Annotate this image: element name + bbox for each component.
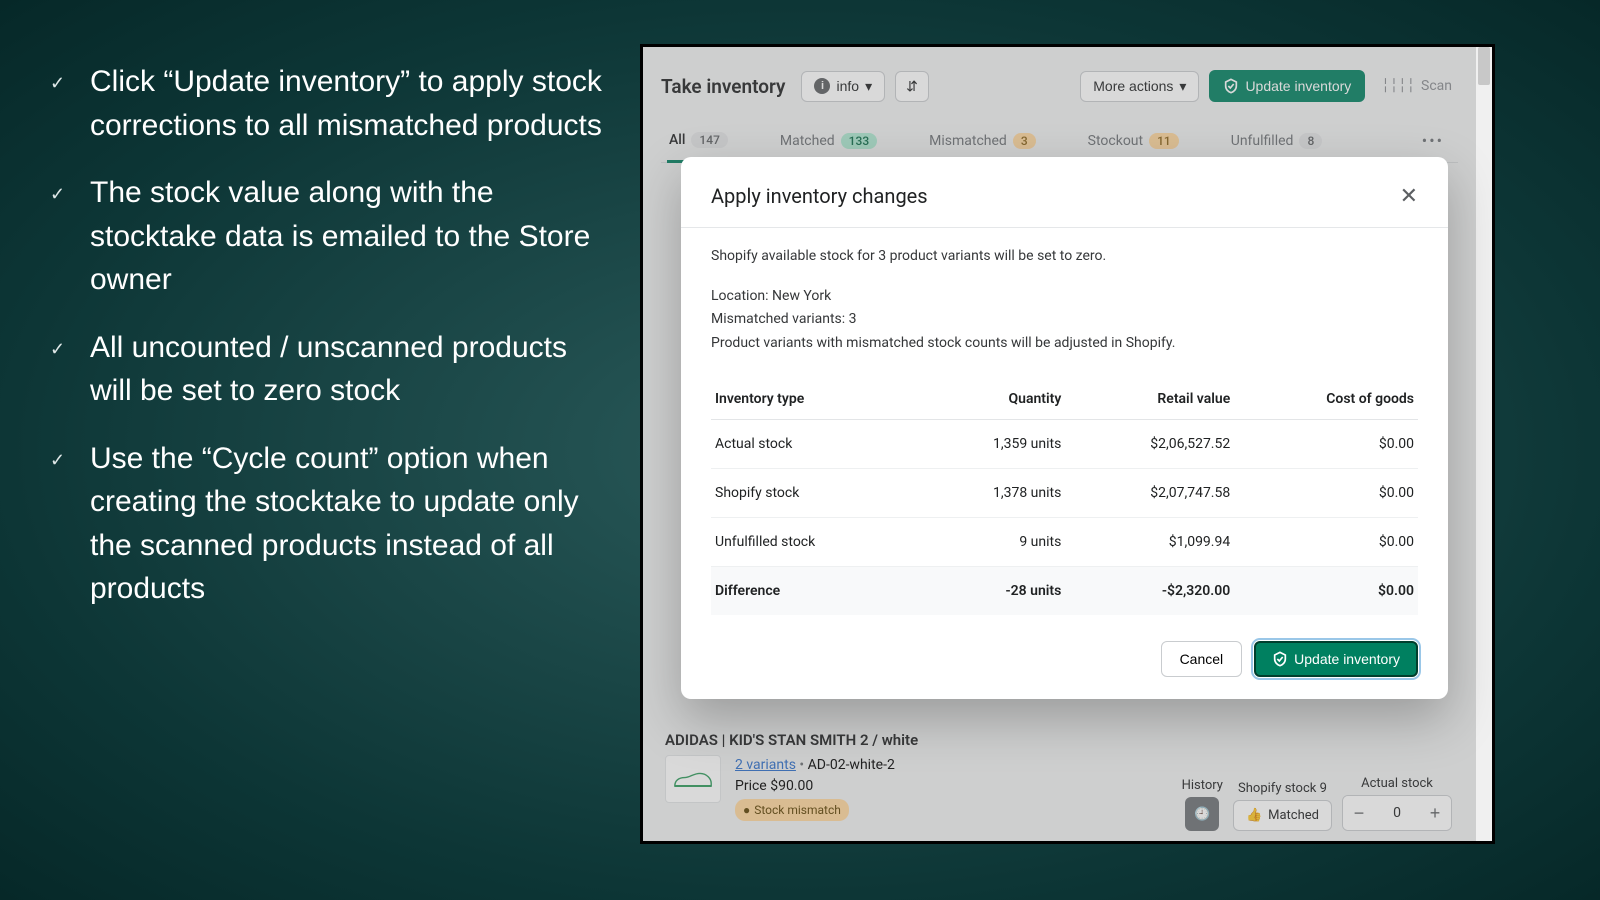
- table-row: Actual stock1,359 units$2,06,527.52$0.00: [711, 419, 1418, 468]
- shopify-stock-label: Shopify stock 9: [1238, 781, 1327, 796]
- modal-adjust-note: Product variants with mismatched stock c…: [711, 333, 1418, 355]
- product-title: ADIDAS | KID'S STAN SMITH 2 / white: [665, 731, 1454, 749]
- topbar: Take inventory i info ▾ ⇵ More actions ▾…: [661, 61, 1458, 111]
- decrement-button[interactable]: −: [1343, 796, 1375, 830]
- info-icon: i: [814, 78, 830, 94]
- table-row-difference: Difference-28 units-$2,320.00$0.00: [711, 566, 1418, 615]
- history-label: History: [1182, 778, 1223, 793]
- clock-icon: 🕘: [1194, 807, 1210, 822]
- caret-down-icon: ▾: [1179, 78, 1186, 95]
- shield-check-icon: [1272, 651, 1288, 667]
- increment-button[interactable]: +: [1419, 796, 1451, 830]
- update-inventory-button[interactable]: Update inventory: [1209, 70, 1365, 102]
- count-badge: 133: [841, 133, 877, 149]
- scrollbar[interactable]: ▴: [1476, 47, 1492, 841]
- bullet-item: ✓Click “Update inventory” to apply stock…: [50, 60, 610, 147]
- variants-link[interactable]: 2 variants: [735, 757, 796, 773]
- bullet-text: The stock value along with the stocktake…: [90, 171, 610, 302]
- page-title: Take inventory: [661, 75, 785, 98]
- bullet-text: Click “Update inventory” to apply stock …: [90, 60, 610, 147]
- scan-button[interactable]: ╎╎╎╎ Scan: [1375, 70, 1458, 102]
- history-button[interactable]: 🕘: [1185, 797, 1219, 831]
- instruction-panel: ✓Click “Update inventory” to apply stock…: [0, 0, 640, 900]
- inventory-summary-table: Inventory type Quantity Retail value Cos…: [711, 379, 1418, 615]
- modal-lead-text: Shopify available stock for 3 product va…: [711, 246, 1418, 268]
- scrollbar-thumb[interactable]: [1478, 47, 1490, 85]
- stock-mismatch-badge: ●Stock mismatch: [735, 799, 849, 821]
- count-badge: 8: [1299, 133, 1322, 149]
- stepper-value: 0: [1375, 805, 1419, 821]
- warning-icon: ●: [743, 801, 750, 819]
- product-price: Price $90.00: [735, 776, 895, 797]
- check-icon: ✓: [50, 447, 90, 473]
- col-cost-of-goods: Cost of goods: [1234, 379, 1418, 420]
- check-icon: ✓: [50, 181, 90, 207]
- shoe-icon: [672, 766, 714, 792]
- check-icon: ✓: [50, 336, 90, 362]
- modal-location: Location: New York: [711, 286, 1418, 308]
- quantity-stepper[interactable]: − 0 +: [1342, 795, 1452, 831]
- bullet-item: ✓The stock value along with the stocktak…: [50, 171, 610, 302]
- count-badge: 11: [1149, 133, 1179, 149]
- bullet-item: ✓All uncounted / unscanned products will…: [50, 326, 610, 413]
- more-actions-dropdown[interactable]: More actions ▾: [1080, 71, 1199, 102]
- stock-controls: History 🕘 Shopify stock 9 👍Matched Actua…: [1182, 776, 1452, 831]
- modal-mismatch-count: Mismatched variants: 3: [711, 309, 1418, 331]
- collapse-button[interactable]: ⇵: [895, 71, 929, 102]
- collapse-icon: ⇵: [906, 78, 918, 95]
- tab-matched[interactable]: Matched133: [778, 121, 879, 161]
- update-inventory-confirm-button[interactable]: Update inventory: [1254, 641, 1418, 677]
- caret-down-icon: ▾: [865, 78, 872, 95]
- check-icon: ✓: [50, 70, 90, 96]
- close-icon: ✕: [1400, 183, 1418, 208]
- shield-check-icon: [1223, 78, 1239, 94]
- bullet-text: Use the “Cycle count” option when creati…: [90, 437, 610, 611]
- tab-stockout[interactable]: Stockout11: [1086, 121, 1181, 161]
- bullet-text: All uncounted / unscanned products will …: [90, 326, 610, 413]
- table-row: Shopify stock1,378 units$2,07,747.58$0.0…: [711, 468, 1418, 517]
- apply-inventory-modal: Apply inventory changes ✕ Shopify availa…: [681, 157, 1448, 699]
- close-button[interactable]: ✕: [1400, 183, 1418, 209]
- product-meta: 2 variants • AD-02-white-2 Price $90.00 …: [735, 755, 895, 821]
- bullet-item: ✓Use the “Cycle count” option when creat…: [50, 437, 610, 611]
- matched-button[interactable]: 👍Matched: [1233, 800, 1332, 831]
- table-row: Unfulfilled stock9 units$1,099.94$0.00: [711, 517, 1418, 566]
- col-inventory-type: Inventory type: [711, 379, 919, 420]
- tabs-overflow[interactable]: •••: [1414, 119, 1452, 162]
- col-retail-value: Retail value: [1065, 379, 1234, 420]
- count-badge: 147: [691, 132, 727, 148]
- thumbs-up-icon: 👍: [1246, 808, 1262, 823]
- product-thumbnail: [665, 755, 721, 803]
- product-sku: AD-02-white-2: [808, 757, 895, 773]
- app-window: Take inventory i info ▾ ⇵ More actions ▾…: [640, 44, 1495, 844]
- tab-unfulfilled[interactable]: Unfulfilled8: [1229, 121, 1325, 161]
- count-badge: 3: [1013, 133, 1036, 149]
- cancel-button[interactable]: Cancel: [1161, 641, 1243, 677]
- modal-title: Apply inventory changes: [711, 184, 928, 208]
- barcode-icon: ╎╎╎╎: [1381, 78, 1415, 94]
- product-card: ADIDAS | KID'S STAN SMITH 2 / white 2 va…: [661, 723, 1458, 829]
- col-quantity: Quantity: [919, 379, 1066, 420]
- info-dropdown[interactable]: i info ▾: [801, 71, 885, 102]
- actual-stock-label: Actual stock: [1361, 776, 1433, 791]
- tab-mismatched[interactable]: Mismatched3: [927, 121, 1038, 161]
